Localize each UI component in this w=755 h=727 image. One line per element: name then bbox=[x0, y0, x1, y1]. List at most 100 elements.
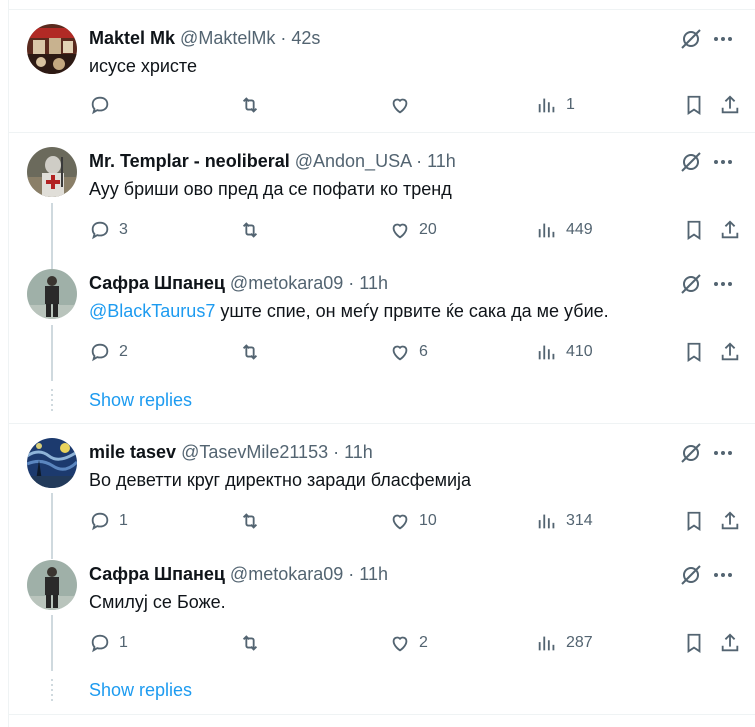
timestamp[interactable]: 42s bbox=[291, 28, 320, 48]
retweet-icon bbox=[242, 513, 258, 529]
retweet-button[interactable] bbox=[239, 630, 261, 656]
retweet-icon bbox=[242, 344, 258, 360]
reply-button[interactable]: 1 bbox=[89, 630, 128, 656]
reply-icon bbox=[91, 512, 109, 531]
grok-icon[interactable] bbox=[679, 441, 703, 465]
avatar[interactable] bbox=[27, 147, 77, 197]
more-icon[interactable] bbox=[711, 27, 735, 51]
like-button[interactable]: 10 bbox=[389, 508, 437, 534]
tweet-text: Ауу бриши ово пред да се пофати ко тренд bbox=[89, 177, 452, 201]
more-icon[interactable] bbox=[711, 272, 735, 296]
tweet-actions: 1 10 314 bbox=[89, 508, 749, 534]
like-button[interactable]: 20 bbox=[389, 217, 437, 243]
tweet-actions: 2 6 410 bbox=[89, 339, 749, 365]
views-button[interactable]: 410 bbox=[536, 339, 593, 365]
reply-button[interactable]: 2 bbox=[89, 339, 128, 365]
tweet-text: исусе христе bbox=[89, 54, 197, 78]
like-button[interactable]: 6 bbox=[389, 339, 428, 365]
share-button[interactable] bbox=[719, 508, 741, 534]
retweet-button[interactable] bbox=[239, 508, 261, 534]
timestamp[interactable]: 11h bbox=[359, 273, 388, 293]
heart-icon bbox=[392, 514, 408, 530]
display-name[interactable]: Maktel Mk bbox=[89, 28, 175, 48]
reply-button[interactable] bbox=[89, 92, 119, 118]
heart-icon bbox=[392, 98, 408, 114]
retweet-icon bbox=[242, 635, 258, 651]
retweet-button[interactable] bbox=[239, 92, 261, 118]
avatar[interactable] bbox=[27, 269, 77, 319]
tweet-text: Смилуј се Боже. bbox=[89, 590, 226, 614]
mention-link[interactable]: @BlackTaurus7 bbox=[89, 301, 215, 321]
share-button[interactable] bbox=[719, 339, 741, 365]
display-name[interactable]: Сафра Шпанец bbox=[89, 564, 225, 584]
views-button[interactable]: 287 bbox=[536, 630, 593, 656]
reply-count: 2 bbox=[119, 343, 128, 360]
heart-icon bbox=[392, 223, 408, 239]
retweet-icon bbox=[242, 222, 258, 238]
tweet-header: mile tasev @TasevMile21153 · 11h bbox=[89, 441, 373, 463]
tweet-header: Maktel Mk @MaktelMk · 42s bbox=[89, 27, 320, 49]
tweet[interactable]: Сафра Шпанец @metokara09 · 11h Смилуј се… bbox=[9, 546, 755, 668]
tweet-header: Mr. Templar - neoliberal @Andon_USA · 11… bbox=[89, 150, 456, 172]
retweet-button[interactable] bbox=[239, 339, 261, 365]
tweet-body: Ауу бриши ово пред да се пофати ко тренд bbox=[89, 179, 452, 199]
reply-count: 3 bbox=[119, 221, 128, 238]
avatar[interactable] bbox=[27, 24, 77, 74]
timestamp[interactable]: 11h bbox=[359, 564, 388, 584]
user-handle[interactable]: @TasevMile21153 bbox=[181, 442, 328, 462]
tweet-body: исусе христе bbox=[89, 56, 197, 76]
bookmark-button[interactable] bbox=[683, 339, 705, 365]
user-handle[interactable]: @metokara09 bbox=[230, 273, 343, 293]
share-button[interactable] bbox=[719, 217, 741, 243]
like-count: 6 bbox=[419, 343, 428, 360]
show-replies-link[interactable]: Show replies bbox=[89, 680, 192, 701]
reply-count: 1 bbox=[119, 512, 128, 529]
separator-dot: · bbox=[348, 564, 355, 584]
tweet-actions: 1 bbox=[89, 92, 749, 118]
show-replies-link[interactable]: Show replies bbox=[89, 390, 192, 411]
grok-icon[interactable] bbox=[679, 150, 703, 174]
tweet-header: Сафра Шпанец @metokara09 · 11h bbox=[89, 563, 388, 585]
bookmark-button[interactable] bbox=[683, 630, 705, 656]
tweet[interactable]: mile tasev @TasevMile21153 · 11h Во деве… bbox=[9, 424, 755, 546]
tweet-text: @BlackTaurus7 уште спие, он меѓу првите … bbox=[89, 299, 609, 323]
retweet-icon bbox=[242, 97, 258, 113]
reply-icon bbox=[91, 96, 109, 115]
display-name[interactable]: Mr. Templar - neoliberal bbox=[89, 151, 290, 171]
user-handle[interactable]: @metokara09 bbox=[230, 564, 343, 584]
display-name[interactable]: Сафра Шпанец bbox=[89, 273, 225, 293]
tweet[interactable]: Сафра Шпанец @metokara09 · 11h @BlackTau… bbox=[9, 255, 755, 377]
reply-button[interactable]: 1 bbox=[89, 508, 128, 534]
timestamp[interactable]: 11h bbox=[344, 442, 373, 462]
bookmark-button[interactable] bbox=[683, 217, 705, 243]
views-button[interactable]: 314 bbox=[536, 508, 593, 534]
heart-icon bbox=[392, 345, 408, 361]
avatar[interactable] bbox=[27, 560, 77, 610]
avatar[interactable] bbox=[27, 438, 77, 488]
reply-button[interactable]: 3 bbox=[89, 217, 128, 243]
like-button[interactable] bbox=[389, 92, 419, 118]
tweet[interactable]: Mr. Templar - neoliberal @Andon_USA · 11… bbox=[9, 133, 755, 255]
share-icon bbox=[721, 633, 739, 652]
like-button[interactable]: 2 bbox=[389, 630, 428, 656]
bookmark-button[interactable] bbox=[683, 508, 705, 534]
views-button[interactable]: 1 bbox=[536, 92, 575, 118]
views-button[interactable]: 449 bbox=[536, 217, 593, 243]
user-handle[interactable]: @Andon_USA bbox=[295, 151, 411, 171]
share-button[interactable] bbox=[719, 92, 741, 118]
bookmark-icon bbox=[687, 342, 701, 362]
retweet-button[interactable] bbox=[239, 217, 261, 243]
more-icon[interactable] bbox=[711, 563, 735, 587]
timestamp[interactable]: 11h bbox=[427, 151, 456, 171]
bookmark-button[interactable] bbox=[683, 92, 705, 118]
grok-icon[interactable] bbox=[679, 563, 703, 587]
more-icon[interactable] bbox=[711, 150, 735, 174]
user-handle[interactable]: @MaktelMk bbox=[180, 28, 275, 48]
display-name[interactable]: mile tasev bbox=[89, 442, 176, 462]
tweet[interactable]: Maktel Mk @MaktelMk · 42s исусе христе 1 bbox=[9, 10, 755, 132]
grok-icon[interactable] bbox=[679, 27, 703, 51]
share-button[interactable] bbox=[719, 630, 741, 656]
more-icon[interactable] bbox=[711, 441, 735, 465]
tweet-body: уште спие, он меѓу првите ќе сака да ме … bbox=[215, 301, 609, 321]
grok-icon[interactable] bbox=[679, 272, 703, 296]
